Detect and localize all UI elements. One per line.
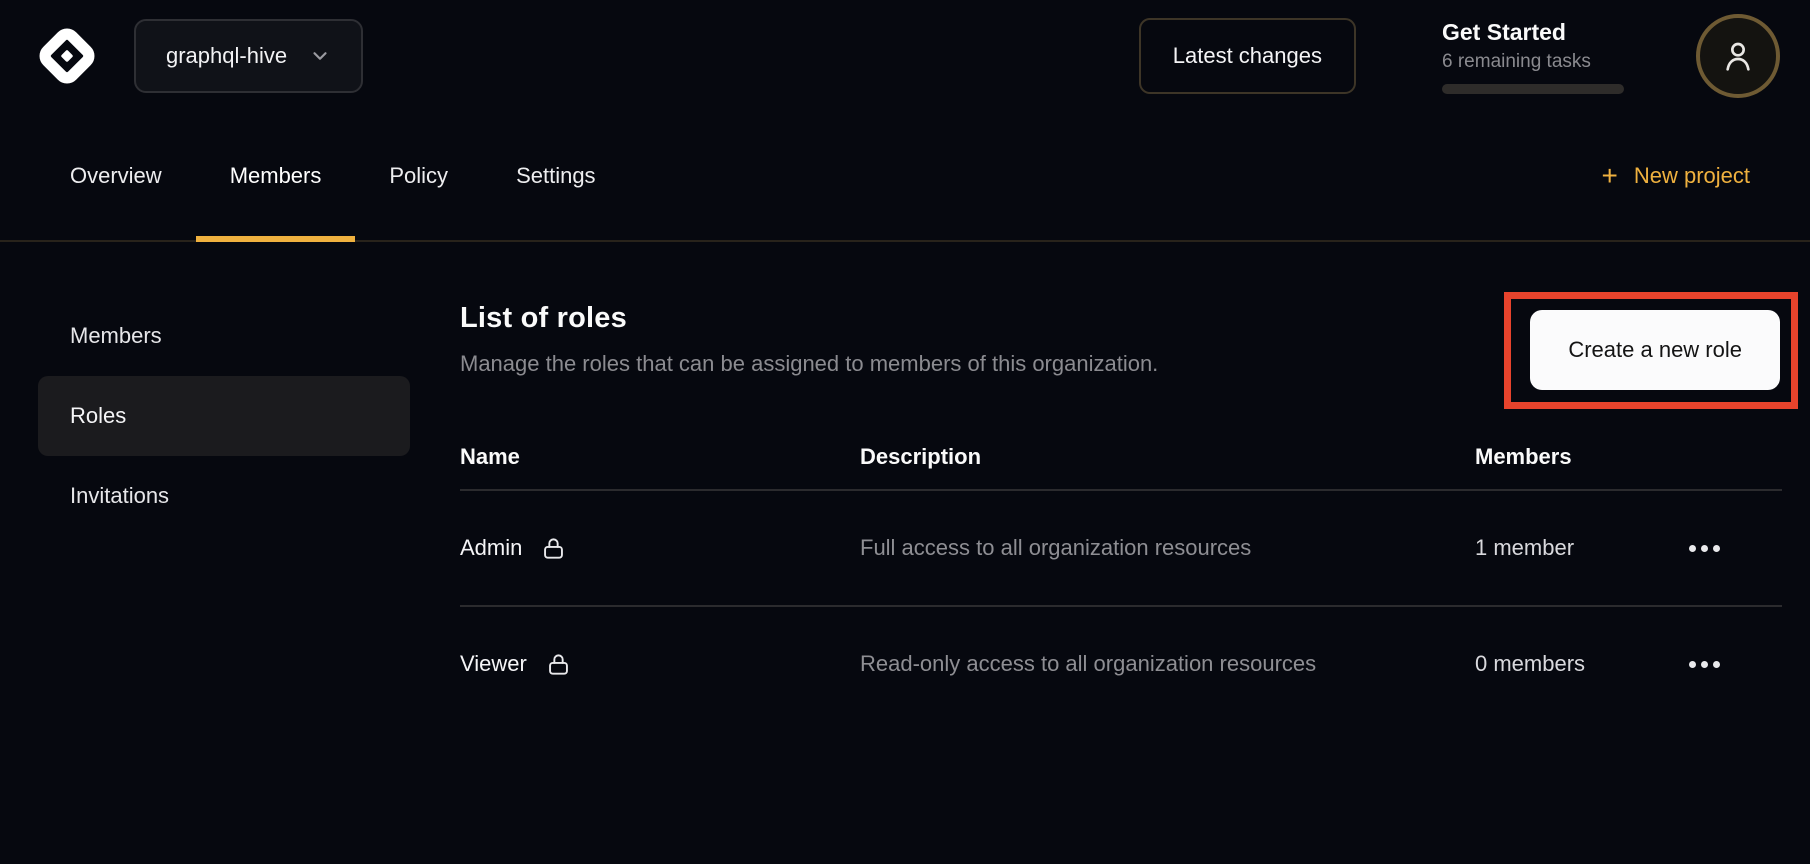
page-title: List of roles (460, 302, 1158, 335)
organization-name: graphql-hive (166, 43, 287, 69)
get-started-widget[interactable]: Get Started 6 remaining tasks (1442, 19, 1626, 94)
new-project-label: New project (1634, 163, 1750, 189)
user-avatar-button[interactable] (1696, 14, 1780, 98)
role-name: Admin (460, 535, 522, 561)
annotation-highlight-box: Create a new role (1504, 292, 1798, 409)
table-row-viewer: Viewer Read-only access to all organizat… (460, 605, 1782, 721)
tabbar-spacer (630, 112, 1602, 240)
roles-panel: List of roles Manage the roles that can … (460, 296, 1782, 864)
row-menu-button[interactable] (1685, 651, 1724, 678)
role-description: Full access to all organization resource… (860, 531, 1475, 565)
new-project-button[interactable]: + New project (1601, 112, 1774, 240)
get-started-progress-bar (1442, 84, 1624, 94)
role-actions-cell (1680, 535, 1782, 562)
sidebar-item-roles[interactable]: Roles (38, 376, 410, 456)
user-icon (1718, 36, 1758, 76)
members-sidebar: Members Roles Invitations (38, 296, 460, 864)
column-header-description: Description (860, 444, 1475, 470)
tab-policy[interactable]: Policy (355, 112, 482, 240)
tab-overview[interactable]: Overview (36, 112, 196, 240)
roles-table-header: Name Description Members (460, 425, 1782, 489)
role-name: Viewer (460, 651, 527, 677)
page-subtitle: Manage the roles that can be assigned to… (460, 351, 1158, 377)
role-members-count: 1 member (1475, 535, 1680, 561)
role-actions-cell (1680, 651, 1782, 678)
column-header-name: Name (460, 444, 860, 470)
hive-logo-icon (34, 23, 100, 89)
role-name-cell: Admin (460, 535, 860, 562)
create-new-role-button[interactable]: Create a new role (1530, 310, 1780, 390)
top-header: graphql-hive Latest changes Get Started … (0, 0, 1810, 112)
roles-title-block: List of roles Manage the roles that can … (460, 296, 1158, 377)
sidebar-item-members[interactable]: Members (38, 296, 410, 376)
plus-icon: + (1601, 162, 1617, 190)
column-header-members: Members (1475, 444, 1680, 470)
tab-settings[interactable]: Settings (482, 112, 630, 240)
row-menu-button[interactable] (1685, 535, 1724, 562)
content-area: Members Roles Invitations List of roles … (0, 242, 1810, 864)
lock-icon (545, 651, 572, 678)
lock-icon (540, 535, 567, 562)
chevron-down-icon (309, 45, 331, 67)
table-row-admin: Admin Full access to all organization re… (460, 489, 1782, 605)
role-members-count: 0 members (1475, 651, 1680, 677)
latest-changes-button[interactable]: Latest changes (1139, 18, 1356, 94)
sidebar-item-invitations[interactable]: Invitations (38, 456, 410, 536)
organization-selector[interactable]: graphql-hive (134, 19, 363, 93)
get-started-remaining-tasks: 6 remaining tasks (1442, 51, 1626, 73)
get-started-title: Get Started (1442, 19, 1626, 46)
role-description: Read-only access to all organization res… (860, 647, 1475, 681)
org-tab-bar: Overview Members Policy Settings + New p… (0, 112, 1810, 242)
roles-table: Name Description Members Admin (460, 425, 1782, 721)
app-root: graphql-hive Latest changes Get Started … (0, 0, 1810, 864)
role-name-cell: Viewer (460, 651, 860, 678)
tab-members[interactable]: Members (196, 112, 356, 240)
